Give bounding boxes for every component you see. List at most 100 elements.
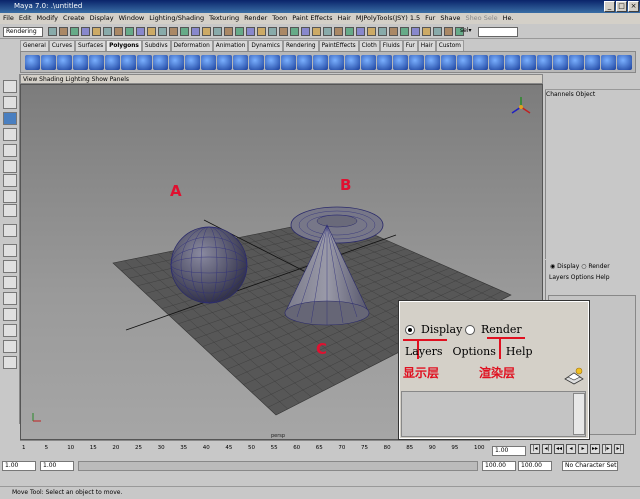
shelf-tab[interactable]: Surfaces (74, 40, 107, 51)
viewport-menu[interactable]: View Shading Lighting Show Panels (20, 74, 543, 84)
toolbox-tool-icon[interactable] (3, 308, 17, 321)
shelf-tab[interactable]: PaintEffects (318, 40, 359, 51)
toolbox-tool-icon[interactable] (3, 112, 17, 125)
shelf-tool-icon[interactable] (329, 55, 344, 70)
status-tool-icon[interactable] (191, 27, 200, 36)
go-start-icon[interactable]: |◂ (530, 444, 540, 454)
shelf-tool-icon[interactable] (585, 55, 600, 70)
layers-menu[interactable]: Layers (405, 345, 443, 358)
status-tool-icon[interactable] (422, 27, 431, 36)
menu-item[interactable]: Sheo Sele (465, 13, 497, 24)
menu-item[interactable]: MJPolyTools(JSY) 1.5 (356, 13, 420, 24)
status-tool-icon[interactable] (81, 27, 90, 36)
status-tool-icon[interactable] (301, 27, 310, 36)
toolbox-tool-icon[interactable] (3, 190, 17, 203)
character-set-dropdown[interactable]: No Character Set (562, 461, 618, 471)
shelf-tool-icon[interactable] (313, 55, 328, 70)
status-tool-icon[interactable] (312, 27, 321, 36)
toolbox-tool-icon[interactable] (3, 160, 17, 173)
shelf-tool-icon[interactable] (25, 55, 40, 70)
status-tool-icon[interactable] (158, 27, 167, 36)
shelf-tool-icon[interactable] (409, 55, 424, 70)
shelf-tool-icon[interactable] (137, 55, 152, 70)
shelf-tool-icon[interactable] (185, 55, 200, 70)
shelf-tab[interactable]: Fluids (379, 40, 403, 51)
shelf-tool-icon[interactable] (601, 55, 616, 70)
shelf-tab[interactable]: Cloth (358, 40, 380, 51)
shelf-tool-icon[interactable] (233, 55, 248, 70)
shelf-tool-icon[interactable] (425, 55, 440, 70)
play-forward-icon[interactable]: ▸ (578, 444, 588, 454)
toolbox-tool-icon[interactable] (3, 128, 17, 141)
shelf-tab[interactable]: General (20, 40, 49, 51)
status-tool-icon[interactable] (279, 27, 288, 36)
menu-set-dropdown[interactable]: Rendering (3, 27, 43, 37)
shelf-tool-icon[interactable] (121, 55, 136, 70)
end-time-field[interactable]: 100.00 (518, 461, 552, 471)
toolbox-tool-icon[interactable] (3, 276, 17, 289)
layer-mode-radios[interactable]: ◉ Display ○ Render (550, 263, 610, 270)
toolbox-tool-icon[interactable] (3, 96, 17, 109)
status-tool-icon[interactable] (411, 27, 420, 36)
status-tool-icon[interactable] (257, 27, 266, 36)
status-tool-icon[interactable] (345, 27, 354, 36)
menu-item[interactable]: Modify (36, 13, 58, 24)
channel-box-menu[interactable]: Channels Object (546, 91, 595, 98)
shelf-tool-icon[interactable] (89, 55, 104, 70)
status-tool-icon[interactable] (114, 27, 123, 36)
status-tool-icon[interactable] (378, 27, 387, 36)
status-tool-icon[interactable] (136, 27, 145, 36)
shelf-tool-icon[interactable] (153, 55, 168, 70)
command-line[interactable] (0, 473, 640, 485)
shelf-tool-icon[interactable] (505, 55, 520, 70)
menu-item[interactable]: Edit (19, 13, 32, 24)
range-bar[interactable] (78, 461, 478, 471)
shelf-tool-icon[interactable] (489, 55, 504, 70)
shelf-tool-icon[interactable] (457, 55, 472, 70)
toolbox-tool-icon[interactable] (3, 292, 17, 305)
shelf-tool-icon[interactable] (249, 55, 264, 70)
status-tool-icon[interactable] (400, 27, 409, 36)
status-tool-icon[interactable] (103, 27, 112, 36)
next-key-icon[interactable]: ▸▸ (590, 444, 600, 454)
shelf-tab[interactable]: Fur (402, 40, 418, 51)
shelf-tool-icon[interactable] (57, 55, 72, 70)
menu-item[interactable]: He. (503, 13, 514, 24)
status-tool-icon[interactable] (169, 27, 178, 36)
status-tool-icon[interactable] (180, 27, 189, 36)
status-tool-icon[interactable] (367, 27, 376, 36)
menu-item[interactable]: Lighting/Shading (149, 13, 204, 24)
shelf-tool-icon[interactable] (73, 55, 88, 70)
shelf-tool-icon[interactable] (617, 55, 632, 70)
step-back-icon[interactable]: ◂| (542, 444, 552, 454)
shelf-tool-icon[interactable] (281, 55, 296, 70)
toolbox-tool-icon[interactable] (3, 324, 17, 337)
step-forward-icon[interactable]: |▸ (602, 444, 612, 454)
minimize-icon[interactable]: _ (604, 1, 615, 12)
toolbox-tool-icon[interactable] (3, 356, 17, 369)
prev-key-icon[interactable]: ◂◂ (554, 444, 564, 454)
shelf-tab[interactable]: Hair (417, 40, 436, 51)
status-tool-icon[interactable] (147, 27, 156, 36)
go-end-icon[interactable]: ▸| (614, 444, 624, 454)
toolbox-tool-icon[interactable] (3, 204, 17, 217)
shelf-tool-icon[interactable] (361, 55, 376, 70)
status-tool-icon[interactable] (290, 27, 299, 36)
maximize-icon[interactable]: □ (616, 1, 627, 12)
help-menu[interactable]: Help (506, 345, 533, 358)
status-tool-icon[interactable] (389, 27, 398, 36)
layer-editor-menu[interactable]: Layers Options Help (549, 274, 610, 281)
menu-item[interactable]: Texturing (209, 13, 239, 24)
shelf-tab[interactable]: Polygons (106, 40, 142, 51)
shelf-tool-icon[interactable] (169, 55, 184, 70)
toolbox-tool-icon[interactable] (3, 340, 17, 353)
status-tool-icon[interactable] (70, 27, 79, 36)
status-tool-icon[interactable] (433, 27, 442, 36)
menu-item[interactable]: Hair (337, 13, 350, 24)
options-menu[interactable]: Options (453, 345, 496, 358)
playback-start-field[interactable]: 1.00 (40, 461, 74, 471)
zoom-layer-scrollbar[interactable] (573, 393, 585, 435)
menu-item[interactable]: Paint Effects (292, 13, 332, 24)
render-radio[interactable] (465, 325, 475, 335)
zoom-layer-list[interactable] (401, 391, 586, 437)
